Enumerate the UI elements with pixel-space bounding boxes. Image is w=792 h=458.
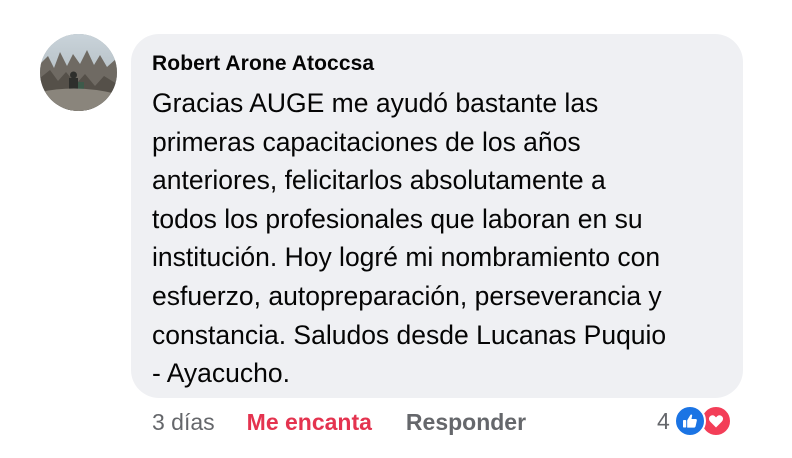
comment-bubble: Robert Arone Atoccsa Gracias AUGE me ayu… <box>131 34 743 398</box>
comment-timestamp[interactable]: 3 días <box>152 409 215 436</box>
reaction-icons <box>673 404 738 438</box>
comment-author[interactable]: Robert Arone Atoccsa <box>152 50 721 78</box>
avatar-photo <box>40 34 117 111</box>
avatar[interactable] <box>40 34 117 111</box>
reaction-count: 4 <box>657 407 670 434</box>
reaction-button[interactable]: Me encanta <box>247 409 372 436</box>
reply-button[interactable]: Responder <box>406 409 526 436</box>
comment-text: Gracias AUGE me ayudó bastante las prime… <box>152 88 667 389</box>
like-icon <box>673 405 706 437</box>
comment-actions: 3 días Me encanta Responder <box>152 406 526 438</box>
reaction-summary[interactable]: 4 <box>657 404 738 438</box>
